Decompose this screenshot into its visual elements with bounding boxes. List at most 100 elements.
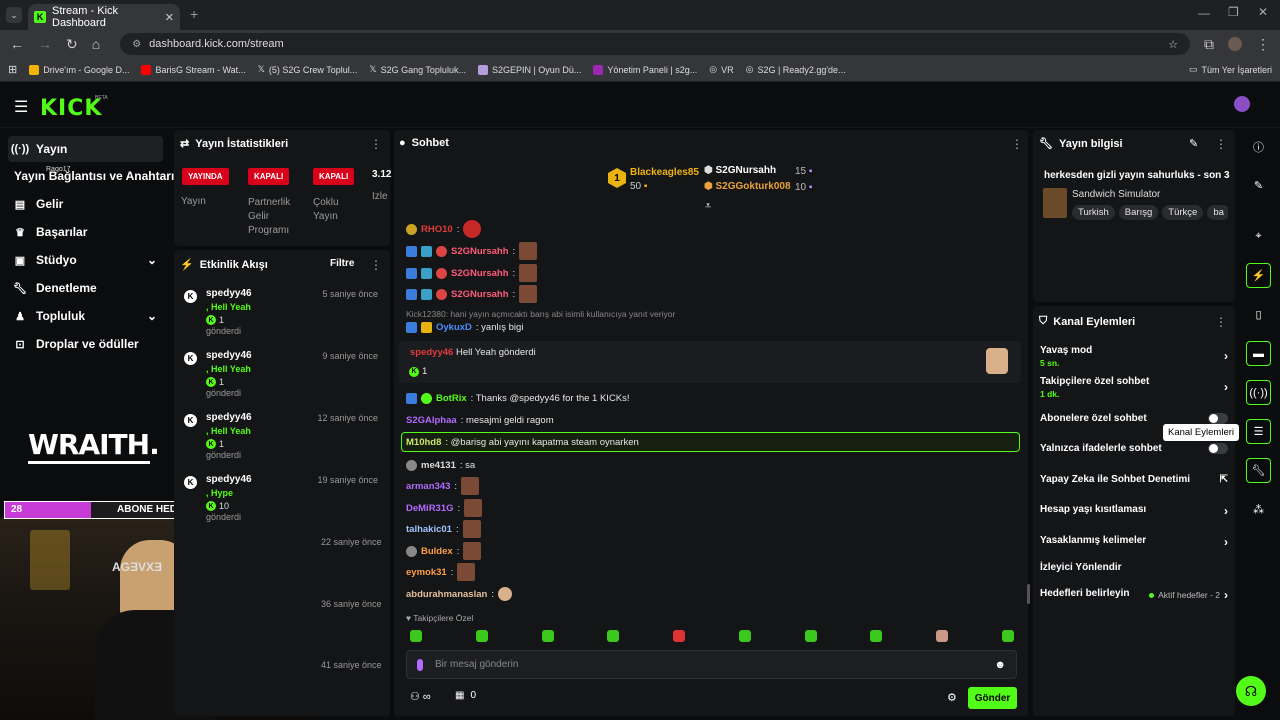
back-icon[interactable]: ← xyxy=(10,36,24,52)
stream-category[interactable]: Sandwich Simulator xyxy=(1072,189,1160,200)
close-tab-icon[interactable]: ✕ xyxy=(165,11,174,24)
forward-icon[interactable]: → xyxy=(38,36,52,52)
chat-username[interactable]: S2GNursahh xyxy=(451,268,509,279)
site-info-icon[interactable]: ⚙ xyxy=(132,39,141,50)
chat-input[interactable]: Bir mesaj gönderin ☻ xyxy=(406,650,1017,679)
nav-denetleme[interactable]: 🔧︎ Denetleme xyxy=(8,275,163,301)
all-bookmarks[interactable]: ▭ Tüm Yer İşaretleri xyxy=(1189,64,1272,75)
nav-stream-key[interactable]: Yayın Bağlantısı ve Anahtarı xyxy=(8,163,174,189)
tag[interactable]: ba xyxy=(1207,205,1228,220)
bookmark-item[interactable]: Yönetim Paneli | s2g... xyxy=(593,64,697,75)
ai-moderation-row[interactable]: Yapay Zeka ile Sohbet Denetimi ⇱ xyxy=(1040,474,1228,485)
chat-username[interactable]: BotRix xyxy=(436,393,467,404)
nav-yayin[interactable]: ((·)) Yayın xyxy=(8,136,163,162)
bookmark-item[interactable]: BarisG Stream - Wat... xyxy=(141,64,246,75)
moderation-tools-icon[interactable]: 🔧︎ xyxy=(1246,458,1271,483)
emote-button[interactable] xyxy=(673,630,686,642)
emote-button[interactable] xyxy=(410,630,422,642)
chat-username[interactable]: S2GNursahh xyxy=(451,289,509,300)
emote-button[interactable] xyxy=(804,630,817,642)
kick-logo[interactable]: KICK xyxy=(40,96,102,121)
category-thumbnail[interactable] xyxy=(1043,188,1067,218)
edit-pencil-icon[interactable]: ✎ xyxy=(1189,137,1198,150)
channel-actions-menu-icon[interactable]: ⋮ xyxy=(1215,315,1227,329)
expand-leaderboard-icon[interactable]: ⩡ xyxy=(705,200,711,213)
bookmark-star-icon[interactable]: ☆ xyxy=(1168,38,1178,51)
close-window-icon[interactable]: ✕ xyxy=(1258,5,1268,19)
support-headset-icon[interactable]: ☊ xyxy=(1236,676,1266,706)
chat-panel-icon[interactable]: ▬ xyxy=(1246,341,1271,366)
tab-search-icon[interactable]: ⌄ xyxy=(6,7,22,23)
emote-button[interactable] xyxy=(475,630,488,642)
events-menu-icon[interactable]: ⋮ xyxy=(370,258,382,272)
microphone-icon[interactable] xyxy=(417,658,423,671)
bookmark-item[interactable]: ◎ VR xyxy=(709,64,733,75)
lightning-panel-icon[interactable]: ⚡ xyxy=(1246,263,1271,288)
reload-icon[interactable]: ↻ xyxy=(66,36,78,53)
chat-username[interactable]: OykuxD xyxy=(436,322,472,333)
emote-button[interactable] xyxy=(607,630,620,642)
raid-row[interactable]: İzleyici Yönlendir xyxy=(1040,562,1228,573)
broadcast-panel-icon[interactable]: ((·)) xyxy=(1246,380,1271,405)
bookmark-item[interactable]: 𝕏 S2G Gang Topluluk... xyxy=(369,64,466,75)
chat-username[interactable]: abdurahmanaslan xyxy=(406,589,487,600)
info-icon[interactable]: ⓘ xyxy=(1246,134,1271,159)
points-icon[interactable]: ⚇ ∞ xyxy=(410,690,431,703)
chat-username[interactable]: talhakic01 xyxy=(406,524,452,535)
nav-topluluk[interactable]: ♟ Topluluk ⌄ xyxy=(8,303,163,329)
nav-basarilar[interactable]: ♛ Başarılar xyxy=(8,219,163,245)
home-icon[interactable]: ⌂ xyxy=(92,36,100,52)
nav-gelir[interactable]: ▤ Gelir xyxy=(8,191,163,217)
gifter-row[interactable]: ⬢ S2GGokturk008 xyxy=(704,181,791,192)
chat-username[interactable]: me4131 xyxy=(421,460,456,471)
slow-mode-row[interactable]: Yavaş mod 5 sn. › xyxy=(1040,345,1228,368)
chat-username[interactable]: RHO10 xyxy=(421,224,453,235)
bookmark-item[interactable]: ◎ S2G | Ready2.gg'de... xyxy=(746,64,846,75)
extensions-icon[interactable]: ⧉ xyxy=(1204,36,1214,53)
minimize-icon[interactable]: — xyxy=(1198,6,1210,20)
tag[interactable]: Turkish xyxy=(1072,205,1115,220)
banned-words-row[interactable]: Yasaklanmış kelimeler › xyxy=(1040,535,1228,549)
emoji-icon[interactable]: ☻ xyxy=(994,659,1006,671)
chat-username[interactable]: M10hd8 xyxy=(406,437,441,448)
chat-username[interactable]: arman343 xyxy=(406,481,450,492)
filter-button[interactable]: Filtre xyxy=(330,258,354,269)
notes-icon[interactable]: ▯ xyxy=(1246,302,1271,327)
maximize-icon[interactable]: ❐ xyxy=(1228,5,1239,19)
emotes-only-toggle[interactable] xyxy=(1208,443,1228,454)
top-gifter-name[interactable]: Blackeagles85 xyxy=(630,167,699,178)
bookmark-item[interactable]: S2GEPIN | Oyun Dü... xyxy=(477,64,581,75)
emote-button[interactable] xyxy=(541,630,554,642)
apps-grid-icon[interactable]: ⊞ xyxy=(8,63,17,76)
new-tab-icon[interactable]: + xyxy=(190,6,198,22)
url-field[interactable]: ⚙ dashboard.kick.com/stream ☆ xyxy=(120,33,1190,55)
emote-button[interactable] xyxy=(870,630,883,642)
channel-actions-icon[interactable]: ☰ xyxy=(1246,419,1271,444)
edit-icon[interactable]: ✎ xyxy=(1246,173,1271,198)
subscribers-only-toggle[interactable] xyxy=(1208,413,1228,424)
stats-menu-icon[interactable]: ⋮ xyxy=(370,137,382,151)
account-age-row[interactable]: Hesap yaşı kısıtlaması › xyxy=(1040,504,1228,518)
emote-button[interactable] xyxy=(1001,630,1014,642)
hamburger-menu-icon[interactable]: ☰ xyxy=(14,97,28,117)
chat-username[interactable]: Buldex xyxy=(421,546,453,557)
gifter-row[interactable]: ⬢ S2GNursahh xyxy=(704,165,776,176)
emote-button[interactable] xyxy=(738,630,751,642)
chat-username[interactable]: DeMiR31G xyxy=(406,503,454,514)
chat-settings-icon[interactable]: ⚙ xyxy=(947,691,957,704)
stream-info-menu-icon[interactable]: ⋮ xyxy=(1215,137,1227,151)
bookmark-item[interactable]: Drive'ım - Google D... xyxy=(29,64,129,75)
nav-droplar[interactable]: ⊡ Droplar ve ödüller xyxy=(8,331,163,357)
chat-username[interactable]: S2GNursahh xyxy=(451,246,509,257)
tag[interactable]: Barışg xyxy=(1118,205,1159,220)
focus-icon[interactable]: ⌖ xyxy=(1246,224,1271,249)
add-widget-icon[interactable]: ⁂ xyxy=(1246,497,1271,522)
tag[interactable]: Türkçe xyxy=(1162,205,1204,220)
browser-menu-icon[interactable]: ⋮ xyxy=(1256,36,1270,53)
chat-username[interactable]: spedyy46 xyxy=(410,347,453,358)
profile-avatar[interactable] xyxy=(1228,37,1242,51)
chat-menu-icon[interactable]: ⋮ xyxy=(1011,137,1023,151)
chat-username[interactable]: eymok31 xyxy=(406,567,447,578)
emote-button[interactable] xyxy=(936,630,949,642)
followers-only-row[interactable]: Takipçilere özel sohbet 1 dk. › xyxy=(1040,376,1228,399)
